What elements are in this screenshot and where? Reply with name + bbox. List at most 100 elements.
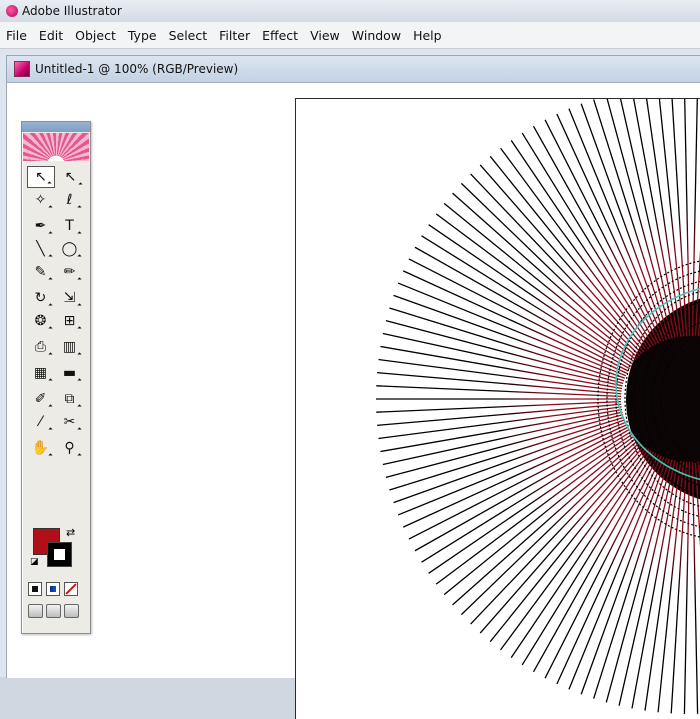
hidden-tools-indicator	[48, 427, 53, 432]
fill-stroke-controls: ⇄ ◪	[30, 526, 82, 574]
hidden-tools-indicator	[48, 231, 53, 236]
scissors-tool-icon[interactable]: ✂	[55, 411, 84, 433]
menu-window[interactable]: Window	[346, 28, 407, 43]
hidden-tools-indicator	[48, 205, 53, 210]
full-screen-menu-mode-icon[interactable]	[46, 604, 61, 618]
illustrator-document-icon	[14, 61, 30, 77]
tool-row: ✐ ⧉	[26, 388, 86, 411]
screen-mode-buttons	[28, 604, 79, 618]
zoom-tool-icon[interactable]: ⚲	[55, 437, 84, 459]
swap-fill-stroke-icon[interactable]: ⇄	[66, 526, 75, 539]
hidden-tools-indicator	[77, 254, 82, 259]
hidden-tools-indicator	[77, 453, 82, 458]
tool-grid: ↖ ↖ ✧ ℓ ✒ T ╲ ◯ ✎ ✏ ↻ ⇲ ❂ ⊞ ⎙ ▥ ▦ ▬ ✐ ⧉ ⁄ ✂ ✋ ⚲	[26, 166, 86, 460]
none-mode-icon[interactable]	[64, 582, 78, 596]
hidden-tools-indicator	[48, 326, 53, 331]
gradient-tool-icon[interactable]: ▬	[55, 362, 84, 384]
tool-row: ❂ ⊞	[26, 310, 86, 333]
full-screen-mode-icon[interactable]	[64, 604, 79, 618]
radial-line	[510, 450, 652, 659]
document-window[interactable]: Untitled-1 @ 100% (RGB/Preview)	[6, 55, 700, 719]
color-mode-icon[interactable]	[28, 582, 42, 596]
app-title: Adobe Illustrator	[22, 4, 122, 18]
radial-line	[694, 461, 700, 548]
paintbrush-tool-icon[interactable]: ✎	[26, 261, 55, 283]
rotate-tool-icon[interactable]: ↻	[26, 287, 55, 309]
radial-line	[606, 99, 673, 339]
menu-select[interactable]: Select	[163, 28, 214, 43]
hidden-tools-indicator	[77, 326, 82, 331]
menu-view[interactable]: View	[304, 28, 346, 43]
hidden-tools-indicator	[48, 303, 53, 308]
radial-line	[385, 414, 624, 478]
warp-tool-icon[interactable]: ❂	[26, 310, 55, 332]
tool-row: ⁄ ✂	[26, 411, 86, 434]
stroke-swatch[interactable]	[47, 542, 72, 567]
radial-line	[510, 139, 652, 348]
scale-tool-icon[interactable]: ⇲	[55, 287, 84, 309]
type-tool-icon[interactable]: T	[55, 215, 84, 237]
mesh-tool-icon[interactable]: ▦	[26, 362, 55, 384]
menu-edit[interactable]: Edit	[33, 28, 69, 43]
standard-screen-mode-icon[interactable]	[28, 604, 43, 618]
document-canvas[interactable]	[7, 83, 700, 719]
hidden-tools-indicator	[78, 182, 83, 187]
pen-tool-icon[interactable]: ✒	[26, 215, 55, 237]
hidden-tools-indicator	[77, 231, 82, 236]
hidden-tools-indicator	[48, 453, 53, 458]
color-mode-buttons	[28, 582, 78, 596]
hand-tool-icon[interactable]: ✋	[26, 437, 55, 459]
hidden-tools-indicator	[77, 378, 82, 383]
menu-help[interactable]: Help	[407, 28, 448, 43]
selection-tool-icon[interactable]: ↖	[27, 166, 55, 188]
illustrator-flower-icon	[6, 5, 18, 17]
toolbox-title-bar[interactable]	[22, 122, 90, 132]
pencil-tool-icon[interactable]: ✏	[55, 261, 84, 283]
default-fill-stroke-icon[interactable]: ◪	[30, 557, 39, 567]
workspace: Untitled-1 @ 100% (RGB/Preview)	[0, 49, 700, 719]
hidden-tools-indicator	[77, 303, 82, 308]
hidden-tools-indicator	[48, 254, 53, 259]
radial-line	[380, 408, 623, 453]
radial-line	[460, 182, 641, 357]
document-title-bar[interactable]: Untitled-1 @ 100% (RGB/Preview)	[7, 56, 700, 83]
slice-tool-icon[interactable]: ⁄	[26, 411, 55, 433]
menu-object[interactable]: Object	[69, 28, 122, 43]
hidden-tools-indicator	[48, 404, 53, 409]
hidden-tools-indicator	[77, 404, 82, 409]
tool-row: ✧ ℓ	[26, 189, 86, 212]
radial-line	[691, 461, 699, 714]
document-title: Untitled-1 @ 100% (RGB/Preview)	[35, 62, 239, 76]
ellipse-tool-icon[interactable]: ◯	[55, 238, 84, 260]
radial-line	[380, 345, 623, 390]
radial-line	[385, 320, 624, 384]
menu-filter[interactable]: Filter	[213, 28, 256, 43]
column-graph-tool-icon[interactable]: ▥	[55, 336, 84, 358]
line-segment-tool-icon[interactable]: ╲	[26, 238, 55, 260]
menu-bar: File Edit Object Type Select Filter Effe…	[0, 22, 700, 49]
radial-line	[683, 461, 691, 714]
eyedropper-tool-icon[interactable]: ✐	[26, 388, 55, 410]
menu-effect[interactable]: Effect	[256, 28, 304, 43]
illustrator-flower-logo[interactable]	[23, 133, 89, 161]
magic-wand-tool-icon[interactable]: ✧	[26, 189, 55, 211]
tool-row: ↻ ⇲	[26, 287, 86, 310]
hidden-tools-indicator	[48, 352, 53, 357]
tool-row: ╲ ◯	[26, 238, 86, 261]
tool-row: ✒ T	[26, 215, 86, 238]
free-transform-tool-icon[interactable]: ⊞	[55, 310, 84, 332]
radial-line	[580, 103, 668, 341]
direct-selection-tool-icon[interactable]: ↖	[56, 166, 85, 188]
app-title-bar: Adobe Illustrator	[0, 0, 700, 23]
radial-line-artwork[interactable]	[296, 99, 700, 719]
menu-file[interactable]: File	[0, 28, 33, 43]
radial-line	[580, 457, 668, 695]
toolbox-panel: ↖ ↖ ✧ ℓ ✒ T ╲ ◯ ✎ ✏ ↻ ⇲ ❂ ⊞ ⎙ ▥ ▦ ▬ ✐ ⧉ ⁄ ✂ ✋ ⚲ ⇄ ◪	[21, 121, 91, 634]
lasso-tool-icon[interactable]: ℓ	[55, 189, 84, 211]
symbol-sprayer-tool-icon[interactable]: ⎙	[26, 336, 55, 358]
blend-tool-icon[interactable]: ⧉	[55, 388, 84, 410]
menu-type[interactable]: Type	[122, 28, 163, 43]
artboard[interactable]	[295, 98, 700, 719]
gradient-mode-icon[interactable]	[46, 582, 60, 596]
tool-row: ✋ ⚲	[26, 437, 86, 460]
